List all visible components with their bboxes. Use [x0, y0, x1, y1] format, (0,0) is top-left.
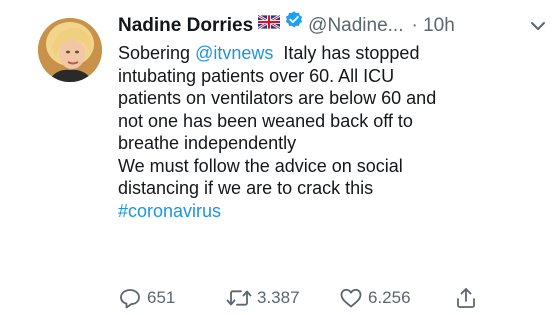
- chevron-down-icon[interactable]: [530, 18, 546, 39]
- tweet-text-line: intubating patients over 60. All ICU: [118, 65, 395, 86]
- uk-flag-icon: [257, 12, 281, 36]
- tweet-text: Sobering @itvnews Italy has stopped intu…: [118, 42, 538, 222]
- tweet-timestamp[interactable]: · 10h: [412, 15, 455, 36]
- tweet-text-segment: Sobering: [118, 43, 196, 63]
- tweet-text-line: distancing if we are to crack this: [118, 178, 374, 198]
- tweet-text-line: #coronavirus: [118, 200, 538, 223]
- tweet-header: Nadine Dorries @Nadine... · 10h: [118, 11, 455, 38]
- tweet-text-line: Sobering @itvnews Italy has stopped: [118, 42, 538, 65]
- tweet-actions: 651 3.387 6.256: [118, 286, 558, 310]
- reply-button[interactable]: 651: [118, 286, 175, 310]
- tweet-text-line: not one has been weaned back off to: [118, 110, 413, 131]
- reply-count: 651: [147, 288, 176, 307]
- hashtag-link-coronavirus[interactable]: #coronavirus: [118, 201, 221, 221]
- tweet-text-line: We must follow the advice on social: [118, 155, 403, 176]
- tweet-text-segment: Italy has stopped: [273, 43, 420, 63]
- like-count: 6.256: [368, 288, 411, 307]
- retweet-count: 3.387: [257, 288, 300, 307]
- author-handle[interactable]: @Nadine...: [308, 15, 403, 36]
- heart-icon: [340, 288, 362, 308]
- tweet[interactable]: Nadine Dorries @Nadine... · 10h Sobering …: [0, 0, 560, 315]
- tweet-text-line: breathe independently: [118, 133, 297, 153]
- author-name[interactable]: Nadine Dorries: [118, 15, 253, 36]
- retweet-button[interactable]: 3.387: [226, 286, 300, 310]
- avatar[interactable]: [38, 18, 102, 82]
- avatar-image: [38, 18, 102, 82]
- retweet-icon: [226, 290, 252, 306]
- verified-badge-icon: [284, 10, 304, 37]
- mention-link-itvnews[interactable]: @itvnews: [195, 43, 273, 63]
- like-button[interactable]: 6.256: [339, 286, 411, 310]
- share-icon: [457, 288, 475, 308]
- reply-icon: [120, 289, 140, 309]
- tweet-text-line: patients on ventilators are below 60 and: [118, 88, 437, 108]
- share-button[interactable]: [454, 286, 483, 310]
